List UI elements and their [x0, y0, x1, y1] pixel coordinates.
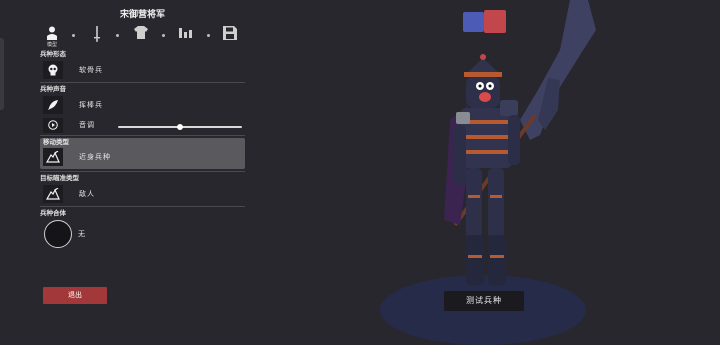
targeting-section-title: 目标瞄准类型 — [40, 174, 79, 182]
voice-section-title: 兵种声音 — [40, 85, 66, 93]
tab-model-label: 模型 — [46, 42, 57, 48]
tab-separator — [162, 34, 165, 37]
targeting-value: 敌人 — [79, 190, 95, 198]
tab-bar: 模型 — [40, 26, 245, 50]
tab-model[interactable]: 模型 — [42, 26, 62, 48]
armor-icon — [134, 26, 148, 39]
pitch-slider-knob[interactable] — [177, 124, 183, 130]
form-row[interactable]: 软骨兵 — [40, 59, 245, 81]
tab-stats[interactable] — [176, 26, 196, 38]
save-icon — [223, 26, 237, 40]
fusion-section-title: 兵种合体 — [40, 209, 66, 217]
movement-section[interactable]: 移动类型 近身兵种 — [40, 138, 245, 169]
test-unit-button[interactable]: 测试兵种 — [444, 291, 524, 311]
pitch-label: 音调 — [79, 121, 95, 129]
play-icon[interactable] — [43, 117, 63, 133]
divider — [40, 135, 245, 136]
stats-icon — [179, 28, 192, 38]
movement-section-title: 移动类型 — [43, 138, 69, 146]
unit-title: 宋御营将军 — [119, 10, 165, 20]
sword-icon — [94, 26, 100, 42]
unit-icon — [47, 26, 57, 40]
feather-icon — [43, 96, 63, 114]
left-edge-handle[interactable] — [0, 38, 4, 110]
movement-value: 近身兵种 — [79, 153, 111, 161]
unit-preview[interactable] — [420, 0, 650, 295]
divider — [40, 171, 245, 172]
tab-separator — [72, 34, 75, 37]
tab-separator — [116, 34, 119, 37]
exit-button[interactable]: 退出 — [43, 287, 107, 304]
melee-icon — [43, 148, 63, 166]
voice-row[interactable]: 挥棒兵 — [40, 94, 245, 116]
divider — [40, 82, 245, 83]
voice-value: 挥棒兵 — [79, 101, 103, 109]
skull-icon — [43, 61, 63, 79]
divider — [40, 206, 245, 207]
form-value: 软骨兵 — [79, 66, 103, 74]
editor-panel: 宋御营将军 模型 兵种形态 软骨兵 兵种声音 挥棒兵 音调 移动类型 近身兵种 … — [40, 8, 245, 250]
targeting-row[interactable]: 敌人 — [40, 183, 245, 205]
primary-color-swatch[interactable] — [463, 12, 484, 32]
fusion-row[interactable]: 无 — [40, 218, 245, 250]
pitch-row: 音调 — [40, 116, 245, 134]
form-section-title: 兵种形态 — [40, 50, 66, 58]
pitch-slider[interactable] — [118, 124, 242, 130]
tab-separator — [207, 34, 210, 37]
tab-weapon[interactable] — [87, 26, 107, 42]
fusion-value: 无 — [78, 230, 86, 238]
target-icon — [43, 185, 63, 203]
tab-save[interactable] — [220, 26, 240, 40]
fusion-slot[interactable] — [44, 220, 72, 248]
tab-armor[interactable] — [131, 26, 151, 39]
secondary-color-swatch[interactable] — [484, 10, 506, 33]
